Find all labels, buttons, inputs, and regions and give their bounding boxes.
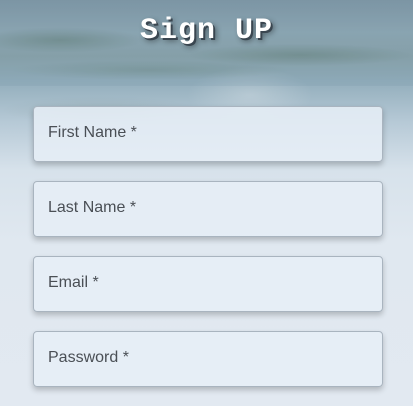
email-field[interactable]: Email * bbox=[33, 256, 383, 312]
page-title: Sign UP bbox=[139, 14, 274, 48]
password-field[interactable]: Password * bbox=[33, 331, 383, 387]
first-name-field[interactable]: First Name * bbox=[33, 106, 383, 162]
last-name-input[interactable] bbox=[34, 182, 382, 236]
first-name-input[interactable] bbox=[34, 107, 382, 161]
password-input[interactable] bbox=[34, 332, 382, 386]
signup-form: First Name * Last Name * Email * Passwor… bbox=[33, 106, 383, 406]
header: Sign UP bbox=[0, 0, 413, 86]
last-name-field[interactable]: Last Name * bbox=[33, 181, 383, 237]
email-input[interactable] bbox=[34, 257, 382, 311]
